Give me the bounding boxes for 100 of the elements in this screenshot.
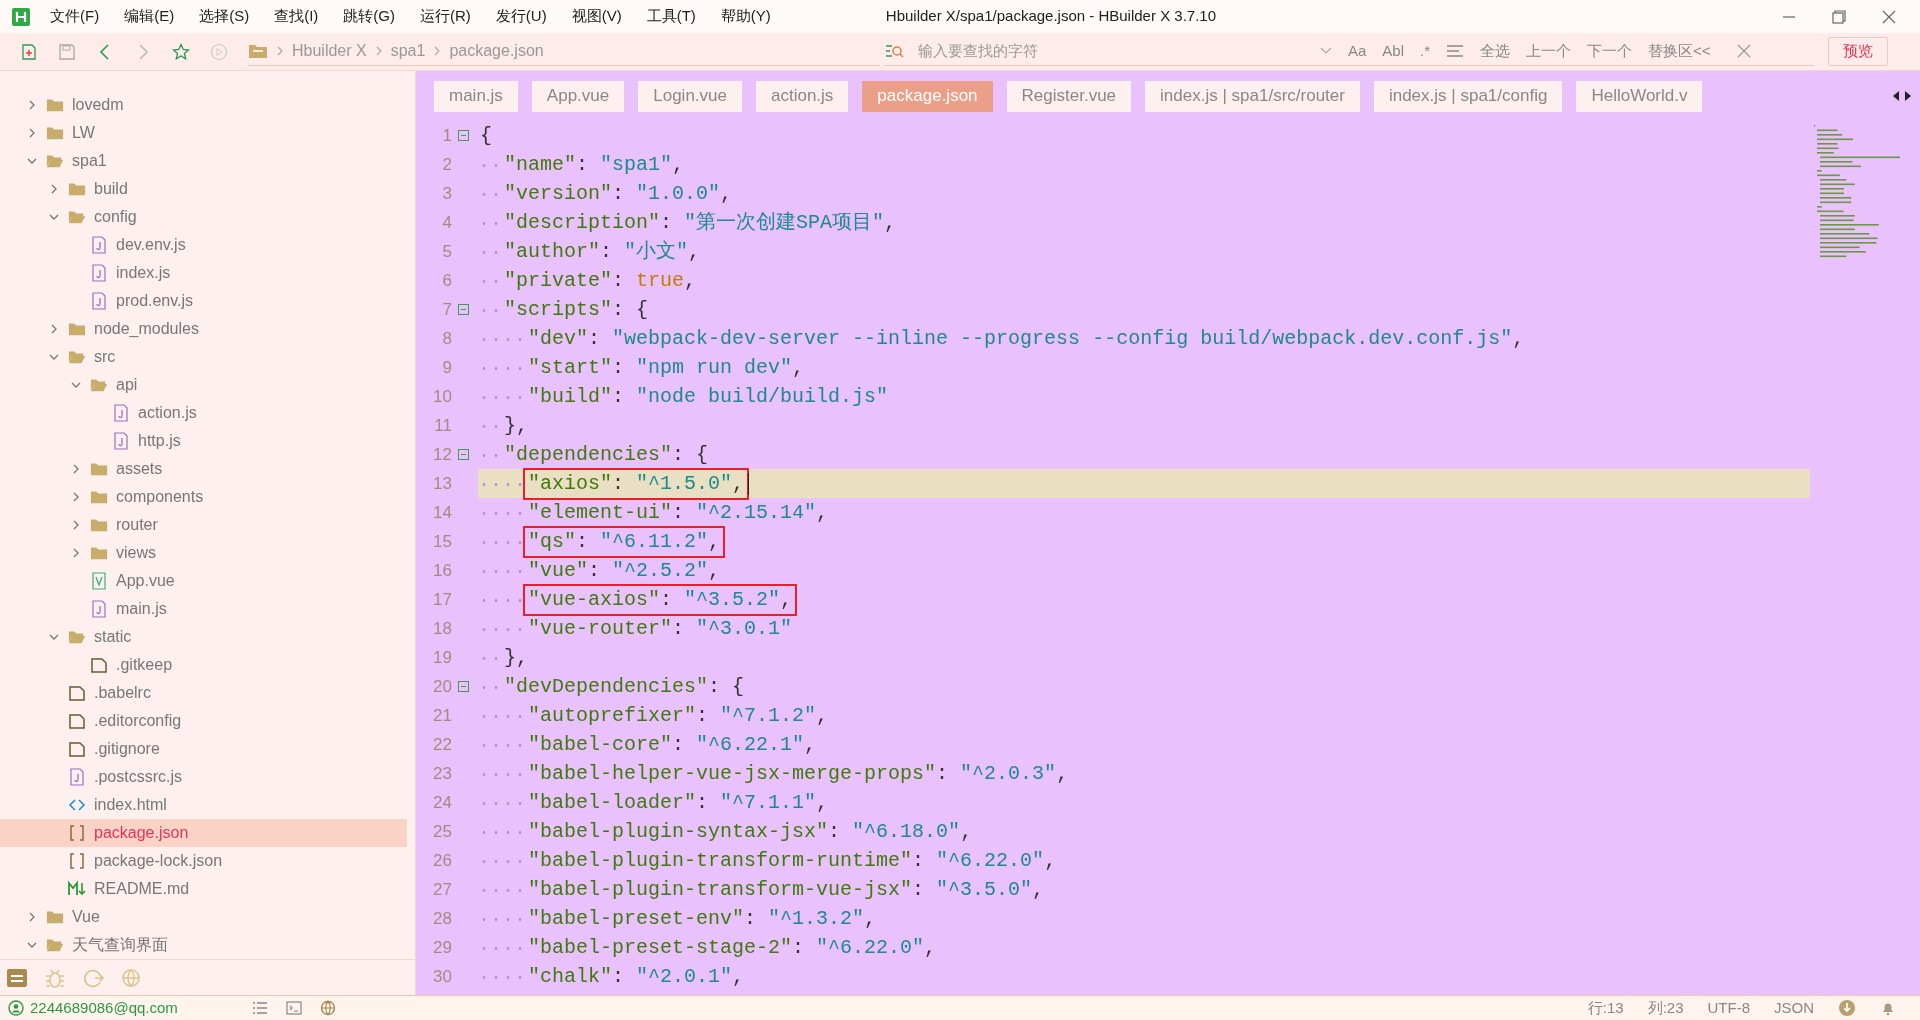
editor-tab[interactable]: Login.vue: [638, 80, 742, 112]
line-number: 20: [432, 675, 452, 698]
menu-item[interactable]: 工具(T): [646, 5, 696, 28]
file-tree-item[interactable]: prod.env.js: [0, 287, 415, 315]
menu-item[interactable]: 发行(U): [495, 5, 547, 28]
preview-button[interactable]: 预览: [1828, 37, 1888, 66]
file-tree-item[interactable]: .gitignore: [0, 735, 415, 763]
vue-file-icon: [90, 572, 108, 590]
file-tree-item[interactable]: spa1: [0, 147, 415, 175]
line-number: 12: [432, 443, 452, 466]
star-icon[interactable]: [172, 42, 190, 61]
menu-item[interactable]: 运行(R): [420, 5, 471, 28]
breadcrumb-item[interactable]: spa1: [390, 39, 426, 63]
search-action[interactable]: 替换区<<: [1648, 39, 1711, 63]
editor-tab[interactable]: package.json: [862, 80, 993, 112]
search-action[interactable]: 下一个: [1587, 39, 1633, 63]
search-field[interactable]: 输入要查找的字符: [916, 38, 1306, 64]
menu-item[interactable]: 查找(I): [274, 5, 319, 28]
text-cursor: [748, 472, 750, 495]
fold-icon[interactable]: [458, 681, 469, 692]
search-option[interactable]: Aa: [1348, 39, 1367, 63]
line-number: 2: [441, 153, 452, 176]
menu-item[interactable]: 编辑(E): [124, 5, 175, 28]
file-tree-item[interactable]: components: [0, 483, 415, 511]
align-icon[interactable]: [1446, 44, 1465, 58]
file-tree-item[interactable]: assets: [0, 455, 415, 483]
menu-item[interactable]: 选择(S): [199, 5, 250, 28]
user-icon[interactable]: [8, 1000, 24, 1016]
menu-item[interactable]: 跳转(G): [343, 5, 395, 28]
menu-item[interactable]: 文件(F): [50, 5, 100, 28]
editor-tab[interactable]: App.vue: [531, 80, 625, 112]
file-tree-item[interactable]: Vue: [0, 903, 415, 931]
language-label[interactable]: JSON: [1774, 996, 1814, 1020]
breadcrumb-item[interactable]: Hbuilder X: [292, 39, 367, 63]
close-icon[interactable]: [1736, 44, 1751, 58]
file-tree-item[interactable]: index.js: [0, 259, 415, 287]
search-option[interactable]: Abl: [1382, 39, 1405, 63]
fold-icon[interactable]: [458, 449, 469, 460]
chevron-icon: [276, 45, 284, 57]
files-icon[interactable]: [6, 966, 28, 989]
code-line: "private": true,: [503, 267, 698, 294]
close-icon[interactable]: [1882, 9, 1896, 24]
search-option[interactable]: .*: [1420, 39, 1431, 63]
file-tree-item[interactable]: main.js: [0, 595, 415, 623]
search-action[interactable]: 全选: [1480, 39, 1511, 63]
file-tree-item[interactable]: config: [0, 203, 415, 231]
menu-item[interactable]: 视图(V): [571, 5, 622, 28]
download-icon[interactable]: [1838, 999, 1856, 1017]
menu-item[interactable]: 帮助(Y): [720, 5, 771, 28]
file-tree-item[interactable]: .gitkeep: [0, 651, 415, 679]
cursor-line[interactable]: 行:13: [1587, 996, 1624, 1020]
file-tree-item[interactable]: views: [0, 539, 415, 567]
file-tree-item[interactable]: static: [0, 623, 415, 651]
fold-icon[interactable]: [458, 304, 469, 315]
code-line: "version": "1.0.0",: [503, 180, 734, 207]
file-icon: [90, 656, 108, 674]
file-tree-item[interactable]: package-lock.json: [0, 847, 415, 875]
file-tree-item[interactable]: dev.env.js: [0, 231, 415, 259]
terminal-icon[interactable]: [285, 1001, 302, 1015]
file-tree-item[interactable]: node_modules: [0, 315, 415, 343]
file-tree-item[interactable]: App.vue: [0, 567, 415, 595]
search-action[interactable]: 上一个: [1526, 39, 1572, 63]
account-link[interactable]: 2244689086@qq.com: [30, 996, 178, 1020]
editor-tab[interactable]: Register.vue: [1006, 80, 1132, 112]
cursor-column[interactable]: 列:23: [1647, 996, 1684, 1020]
encoding-label[interactable]: UTF-8: [1707, 996, 1750, 1020]
new-file-icon[interactable]: [20, 42, 38, 61]
file-tree-item[interactable]: action.js: [0, 399, 415, 427]
list-icon[interactable]: [251, 1001, 268, 1015]
code-line: "autoprefixer": "^7.1.2",: [527, 702, 830, 729]
file-tree-item[interactable]: index.html: [0, 791, 415, 819]
file-tree-item[interactable]: http.js: [0, 427, 415, 455]
file-tree-item[interactable]: package.json: [0, 819, 407, 847]
code-line: "babel-plugin-transform-runtime": "^6.22.0",: [527, 847, 1058, 874]
scroll-right-icon[interactable]: [1904, 90, 1912, 102]
file-tree-item[interactable]: api: [0, 371, 415, 399]
file-tree-item[interactable]: lovedm: [0, 91, 415, 119]
file-tree-item[interactable]: src: [0, 343, 415, 371]
file-tree-item[interactable]: .editorconfig: [0, 707, 415, 735]
file-tree-item[interactable]: README.md: [0, 875, 415, 903]
editor-tab[interactable]: index.js | spa1/config: [1373, 80, 1563, 112]
file-tree-item[interactable]: build: [0, 175, 415, 203]
dropdown-caret-icon[interactable]: [1320, 47, 1332, 55]
save-icon[interactable]: [58, 42, 76, 61]
file-tree-item[interactable]: LW: [0, 119, 415, 147]
file-tree-item[interactable]: .babelrc: [0, 679, 415, 707]
file-tree-item[interactable]: router: [0, 511, 415, 539]
editor-tab[interactable]: action.js: [756, 80, 849, 112]
file-tree-item[interactable]: .postcssrc.js: [0, 763, 415, 791]
fold-icon[interactable]: [458, 130, 469, 141]
maximize-icon[interactable]: [1832, 9, 1846, 24]
line-number: 16: [432, 559, 452, 582]
breadcrumb-item[interactable]: package.json: [449, 39, 544, 63]
file-tree-item[interactable]: 天气查询界面: [0, 931, 415, 959]
editor-tab[interactable]: main.js: [434, 80, 518, 112]
code-line: "babel-helper-vue-jsx-merge-props": "^2.0.3",: [527, 760, 1070, 787]
globe-icon[interactable]: [319, 1000, 336, 1016]
scroll-left-icon[interactable]: [1892, 90, 1900, 102]
editor-tab[interactable]: index.js | spa1/src/router: [1145, 80, 1360, 112]
editor-tab[interactable]: HelloWorld.v: [1576, 80, 1703, 112]
